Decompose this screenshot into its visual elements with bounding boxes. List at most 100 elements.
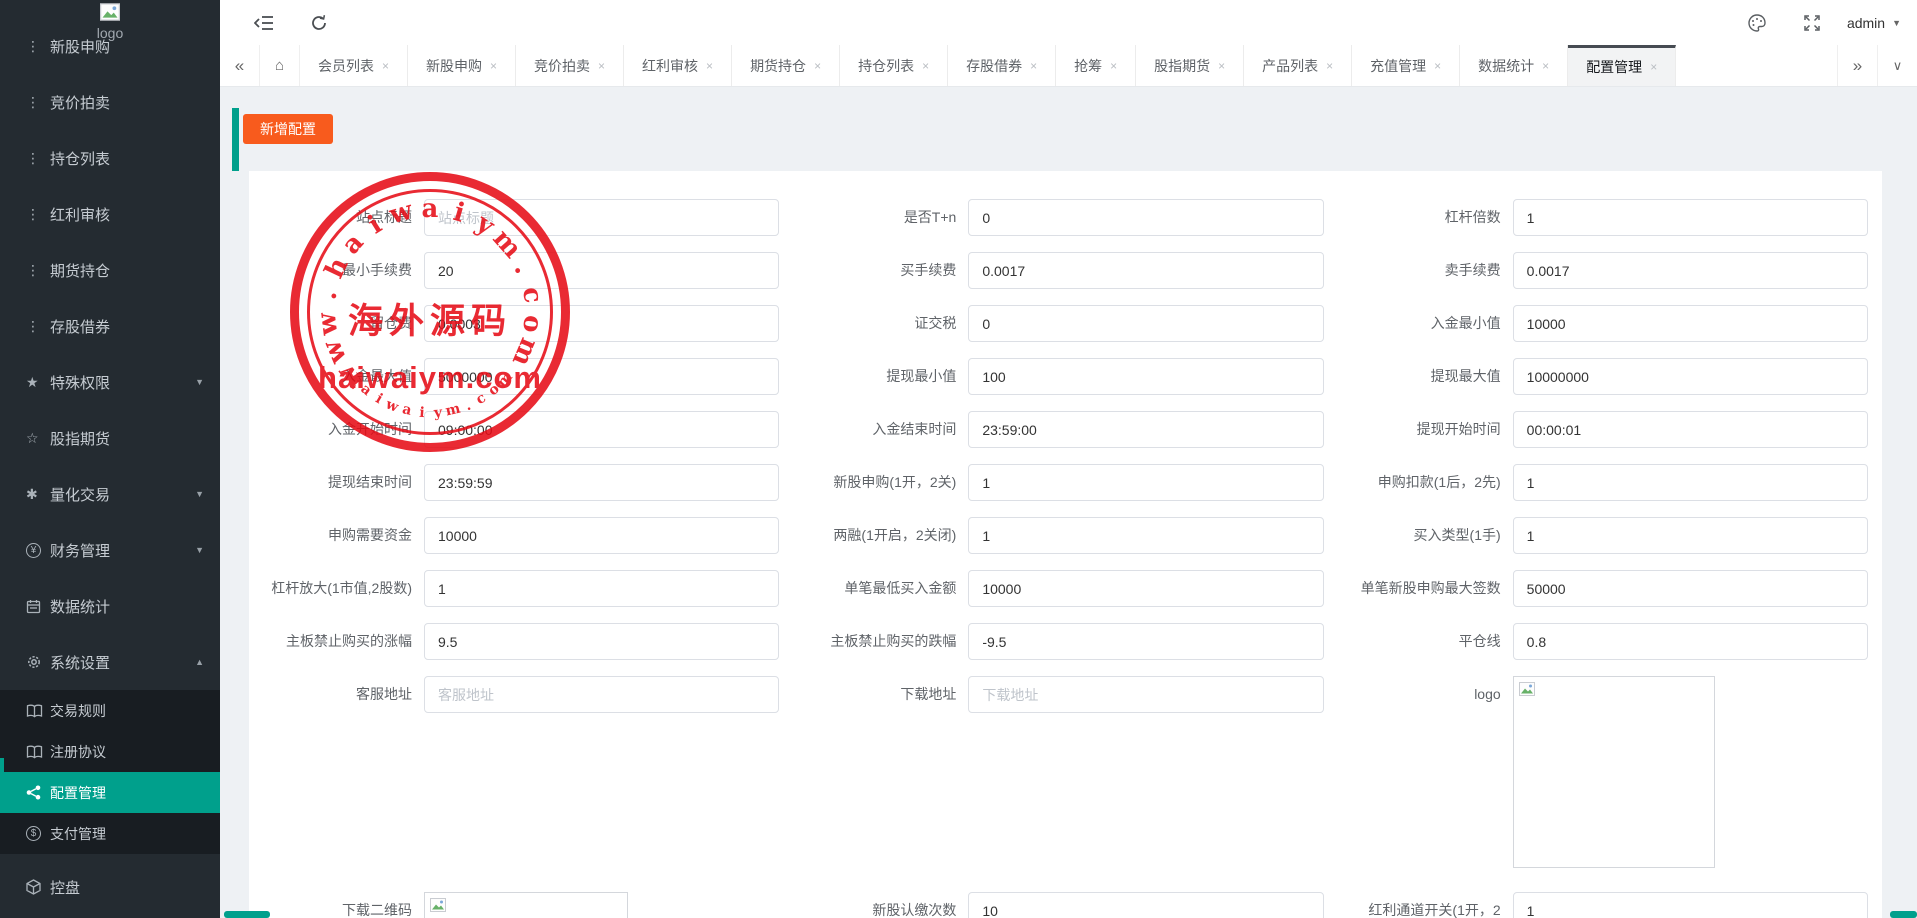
menu-fold-icon[interactable] [254,15,274,31]
sidebar-item[interactable]: ¥财务管理▼ [0,522,220,578]
field-input[interactable] [968,570,1323,607]
close-icon[interactable]: × [598,59,605,73]
close-icon[interactable]: × [706,59,713,73]
field-input[interactable] [424,411,779,448]
sidebar-item[interactable]: 系统设置▲ [0,634,220,690]
close-icon[interactable]: × [814,59,821,73]
field-input[interactable] [424,199,779,236]
sidebar-item[interactable]: 交易规则 [0,690,220,731]
tab-label: 存股借券 [966,56,1022,76]
field-input[interactable] [1513,517,1868,554]
field-control [424,358,779,395]
field-control [1513,892,1868,918]
sidebar-item[interactable]: ⋮存股借券 [0,298,220,354]
tab-存股借券[interactable]: 存股借券 × [948,45,1056,86]
field-input[interactable] [1513,252,1868,289]
sidebar-item[interactable]: ★特殊权限▼ [0,354,220,410]
field-label: 站点标题 [249,199,424,236]
field-input[interactable] [424,570,779,607]
sidebar-item[interactable]: ⋮红利审核 [0,186,220,242]
field-input[interactable] [1513,305,1868,342]
field-input[interactable] [968,517,1323,554]
field-input[interactable] [424,252,779,289]
tabs-dropdown-button[interactable]: ∨ [1877,45,1917,86]
field-input[interactable] [1513,892,1868,918]
field-input[interactable] [424,305,779,342]
close-icon[interactable]: × [922,59,929,73]
field-input[interactable] [968,411,1323,448]
sidebar-item[interactable]: 注册协议 [0,731,220,772]
theme-palette-icon[interactable] [1747,13,1767,33]
field-input[interactable] [1513,199,1868,236]
image-upload-box[interactable] [1513,676,1715,868]
vertical-scrollbar-thumb[interactable] [1890,911,1917,918]
field-input[interactable] [968,623,1323,660]
tabs-scroll-right-button[interactable]: » [1837,45,1877,86]
form-field: logo [1338,676,1882,868]
fullscreen-icon[interactable] [1802,13,1822,33]
field-input[interactable] [968,358,1323,395]
field-input[interactable] [424,517,779,554]
tab-持仓列表[interactable]: 持仓列表× [840,45,948,86]
field-label: 申购扣款(1后，2先) [1338,464,1513,501]
tab-期货持仓[interactable]: 期货持仓× [732,45,840,86]
sidebar-item-label: 存股借券 [50,316,110,337]
field-input[interactable] [968,892,1323,918]
field-label: 新股认缴次数 [793,892,968,918]
sidebar-item[interactable]: 控盘 [0,859,220,915]
field-input[interactable] [1513,358,1868,395]
close-icon[interactable]: × [382,59,389,73]
field-input[interactable] [968,305,1323,342]
add-config-button[interactable]: 新增配置 [243,114,333,144]
field-input[interactable] [424,676,779,713]
sidebar-item[interactable]: ⋮竞价拍卖 [0,74,220,130]
tab-竞价拍卖[interactable]: 竞价拍卖× [516,45,624,86]
field-input[interactable] [1513,464,1868,501]
yen-circle-icon: ¥ [26,543,46,558]
sidebar-item[interactable]: 数据统计 [0,578,220,634]
sidebar-item[interactable]: ☆股指期货 [0,410,220,466]
sidebar-scrollbar-thumb[interactable] [0,758,4,772]
field-input[interactable] [1513,411,1868,448]
tab-抢筹[interactable]: 抢筹× [1056,45,1136,86]
sidebar-item[interactable]: ✱量化交易▼ [0,466,220,522]
close-icon[interactable]: × [1030,59,1037,73]
field-input[interactable] [968,252,1323,289]
field-input[interactable] [1513,570,1868,607]
sidebar-item[interactable]: ⋮期货持仓 [0,242,220,298]
tab-充值管理[interactable]: 充值管理× [1352,45,1460,86]
field-input[interactable] [968,199,1323,236]
field-input[interactable] [424,623,779,660]
horizontal-scrollbar-thumb[interactable] [224,911,270,918]
field-input[interactable] [968,676,1323,713]
tab-产品列表[interactable]: 产品列表× [1244,45,1352,86]
form-field: 提现最大值 [1338,358,1882,395]
field-input[interactable] [424,358,779,395]
close-icon[interactable]: × [1542,59,1549,73]
close-icon[interactable]: × [1110,59,1117,73]
image-upload-box[interactable] [424,892,628,918]
tabs-scroll-left-button[interactable]: « [220,45,260,86]
tab-数据统计[interactable]: 数据统计× [1460,45,1568,86]
chevron-down-icon: ▼ [1892,18,1901,28]
refresh-icon[interactable] [310,14,328,32]
field-input[interactable] [424,464,779,501]
home-tab-icon[interactable]: ⌂ [260,45,300,86]
sidebar-item[interactable]: ⋮持仓列表 [0,130,220,186]
tab-红利审核[interactable]: 红利审核× [624,45,732,86]
sidebar-item[interactable]: 配置管理 [0,772,220,813]
field-input[interactable] [968,464,1323,501]
tab-股指期货[interactable]: 股指期货× [1136,45,1244,86]
close-icon[interactable]: × [1326,59,1333,73]
user-menu[interactable]: admin ▼ [1847,0,1901,45]
close-icon[interactable]: × [1218,59,1225,73]
tab-label: 会员列表 [318,56,374,76]
close-icon[interactable]: × [1434,59,1441,73]
field-input[interactable] [1513,623,1868,660]
close-icon[interactable]: × [1650,60,1657,74]
close-icon[interactable]: × [490,59,497,73]
tab-会员列表[interactable]: 会员列表 × [300,45,408,86]
tab-新股申购[interactable]: 新股申购× [408,45,516,86]
tab-配置管理[interactable]: 配置管理× [1568,45,1676,86]
sidebar-item[interactable]: $支付管理 [0,813,220,854]
